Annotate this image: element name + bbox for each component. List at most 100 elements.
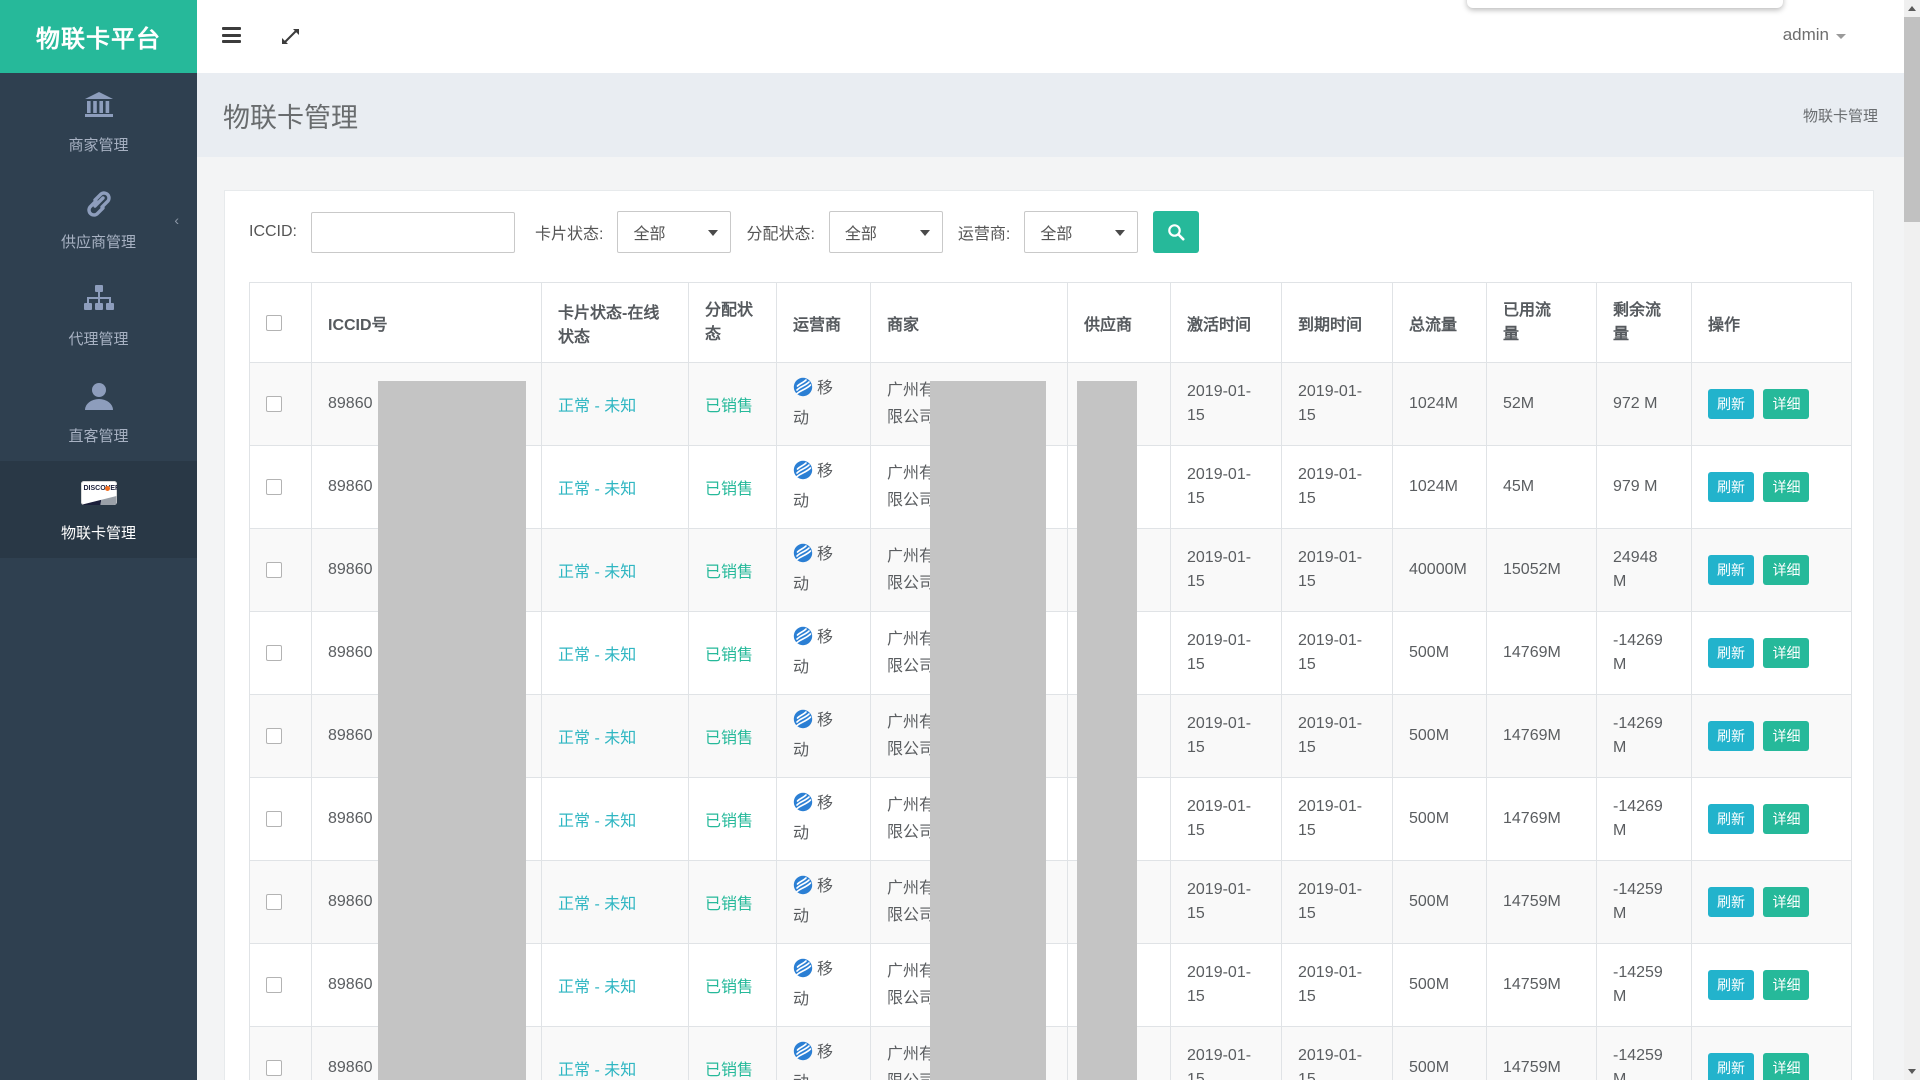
row-checkbox[interactable] [266,479,282,495]
china-mobile-logo-icon [793,875,813,904]
page-title: 物联卡管理 [223,96,358,135]
detail-button[interactable]: 详细 [1763,970,1809,1000]
cell-total-flow: 500M [1393,944,1487,1027]
chevron-left-icon[interactable]: ‹ [174,212,179,228]
page-header: 物联卡管理 物联卡管理 [197,73,1904,157]
cell-ops: 刷新 详细 [1692,363,1852,446]
sidebar-item-label: 代理管理 [68,328,128,349]
detail-button[interactable]: 详细 [1763,555,1809,585]
sidebar-item-direct-customer-management[interactable]: 直客管理 [0,364,197,461]
card-brand-text: DISCOVER [84,485,117,492]
row-checkbox[interactable] [266,562,282,578]
refresh-button[interactable]: 刷新 [1708,721,1754,751]
detail-button[interactable]: 详细 [1763,887,1809,917]
user-menu[interactable]: admin [1783,25,1846,45]
assign-status-select[interactable]: 全部 [829,211,943,253]
cell-expire-time: 2019-01-15 [1282,446,1393,529]
cell-card-status[interactable]: 正常 - 未知 [542,612,689,695]
detail-button[interactable]: 详细 [1763,721,1809,751]
cell-expire-time: 2019-01-15 [1282,861,1393,944]
cell-total-flow: 500M [1393,612,1487,695]
select-caret-icon [920,230,930,236]
sidebar-item-iot-card-management[interactable]: DISCOVER 物联卡管理 [0,461,197,558]
refresh-button[interactable]: 刷新 [1708,389,1754,419]
sidebar-item-label: 供应商管理 [61,231,136,252]
iccid-input[interactable] [311,212,515,253]
cell-assign-status: 已销售 [689,612,777,695]
sidebar-item-merchant-management[interactable]: 商家管理 [0,73,197,170]
refresh-button[interactable]: 刷新 [1708,638,1754,668]
row-checkbox[interactable] [266,1060,282,1076]
refresh-button[interactable]: 刷新 [1708,970,1754,1000]
menu-toggle-icon[interactable] [222,27,241,43]
row-checkbox[interactable] [266,894,282,910]
card-status-value: 全部 [633,220,665,244]
cell-total-flow: 1024M [1393,446,1487,529]
cell-total-flow: 500M [1393,861,1487,944]
cell-ops: 刷新 详细 [1692,612,1852,695]
assign-status-value: 全部 [845,220,877,244]
redaction-overlay-iccid [378,381,526,1080]
cell-remain-flow: -14269 M [1597,778,1692,861]
sidebar-item-supplier-management[interactable]: 供应商管理 ‹ [0,170,197,267]
scroll-down-arrow-icon[interactable] [1908,1069,1916,1074]
select-all-checkbox[interactable] [266,315,282,331]
cell-activate-time: 2019-01-15 [1171,778,1282,861]
cell-assign-status: 已销售 [689,446,777,529]
cell-card-status[interactable]: 正常 - 未知 [542,363,689,446]
cell-card-status[interactable]: 正常 - 未知 [542,1027,689,1080]
row-checkbox[interactable] [266,728,282,744]
cell-ops: 刷新 详细 [1692,446,1852,529]
cell-card-status[interactable]: 正常 - 未知 [542,861,689,944]
detail-button[interactable]: 详细 [1763,472,1809,502]
scroll-up-arrow-icon[interactable] [1908,6,1916,11]
scrollbar-thumb[interactable] [1904,17,1920,222]
refresh-button[interactable]: 刷新 [1708,472,1754,502]
cell-assign-status: 已销售 [689,529,777,612]
col-expire-time: 到期时间 [1282,283,1393,363]
search-button[interactable] [1153,211,1199,253]
refresh-button[interactable]: 刷新 [1708,887,1754,917]
cell-total-flow: 500M [1393,778,1487,861]
china-mobile-logo-icon [793,460,813,489]
cell-card-status[interactable]: 正常 - 未知 [542,446,689,529]
fullscreen-icon[interactable] [281,27,300,51]
sidebar-item-agent-management[interactable]: 代理管理 [0,267,197,364]
cell-remain-flow: -14269 M [1597,695,1692,778]
cell-operator: 移动 [777,446,871,529]
row-checkbox[interactable] [266,811,282,827]
cell-card-status[interactable]: 正常 - 未知 [542,529,689,612]
cell-card-status[interactable]: 正常 - 未知 [542,695,689,778]
cell-assign-status: 已销售 [689,1027,777,1080]
detail-button[interactable]: 详细 [1763,638,1809,668]
detail-button[interactable]: 详细 [1763,1053,1809,1080]
cell-card-status[interactable]: 正常 - 未知 [542,778,689,861]
refresh-button[interactable]: 刷新 [1708,804,1754,834]
vertical-scrollbar[interactable] [1904,0,1920,1080]
row-checkbox[interactable] [266,396,282,412]
cell-remain-flow: -14269 M [1597,612,1692,695]
col-remain-flow: 剩余流量 [1597,283,1692,363]
cell-assign-status: 已销售 [689,944,777,1027]
china-mobile-logo-icon [793,626,813,655]
cell-used-flow: 14769M [1487,778,1597,861]
col-merchant: 商家 [871,283,1068,363]
detail-button[interactable]: 详细 [1763,804,1809,834]
redaction-overlay-supplier [1077,381,1137,1080]
row-checkbox[interactable] [266,645,282,661]
cell-assign-status: 已销售 [689,778,777,861]
iot-card-admin-screen: 物联卡平台 商家管理 [0,0,1920,1080]
refresh-button[interactable]: 刷新 [1708,1053,1754,1080]
detail-button[interactable]: 详细 [1763,389,1809,419]
cell-card-status[interactable]: 正常 - 未知 [542,944,689,1027]
cell-operator: 移动 [777,778,871,861]
card-status-select[interactable]: 全部 [617,211,731,253]
cell-ops: 刷新 详细 [1692,1027,1852,1080]
cell-operator: 移动 [777,529,871,612]
cell-used-flow: 14759M [1487,944,1597,1027]
operator-select[interactable]: 全部 [1024,211,1138,253]
cell-used-flow: 14769M [1487,612,1597,695]
filter-bar: ICCID: 卡片状态: 全部 分配状态: 全部 运营商: 全部 [249,211,1873,253]
refresh-button[interactable]: 刷新 [1708,555,1754,585]
row-checkbox[interactable] [266,977,282,993]
